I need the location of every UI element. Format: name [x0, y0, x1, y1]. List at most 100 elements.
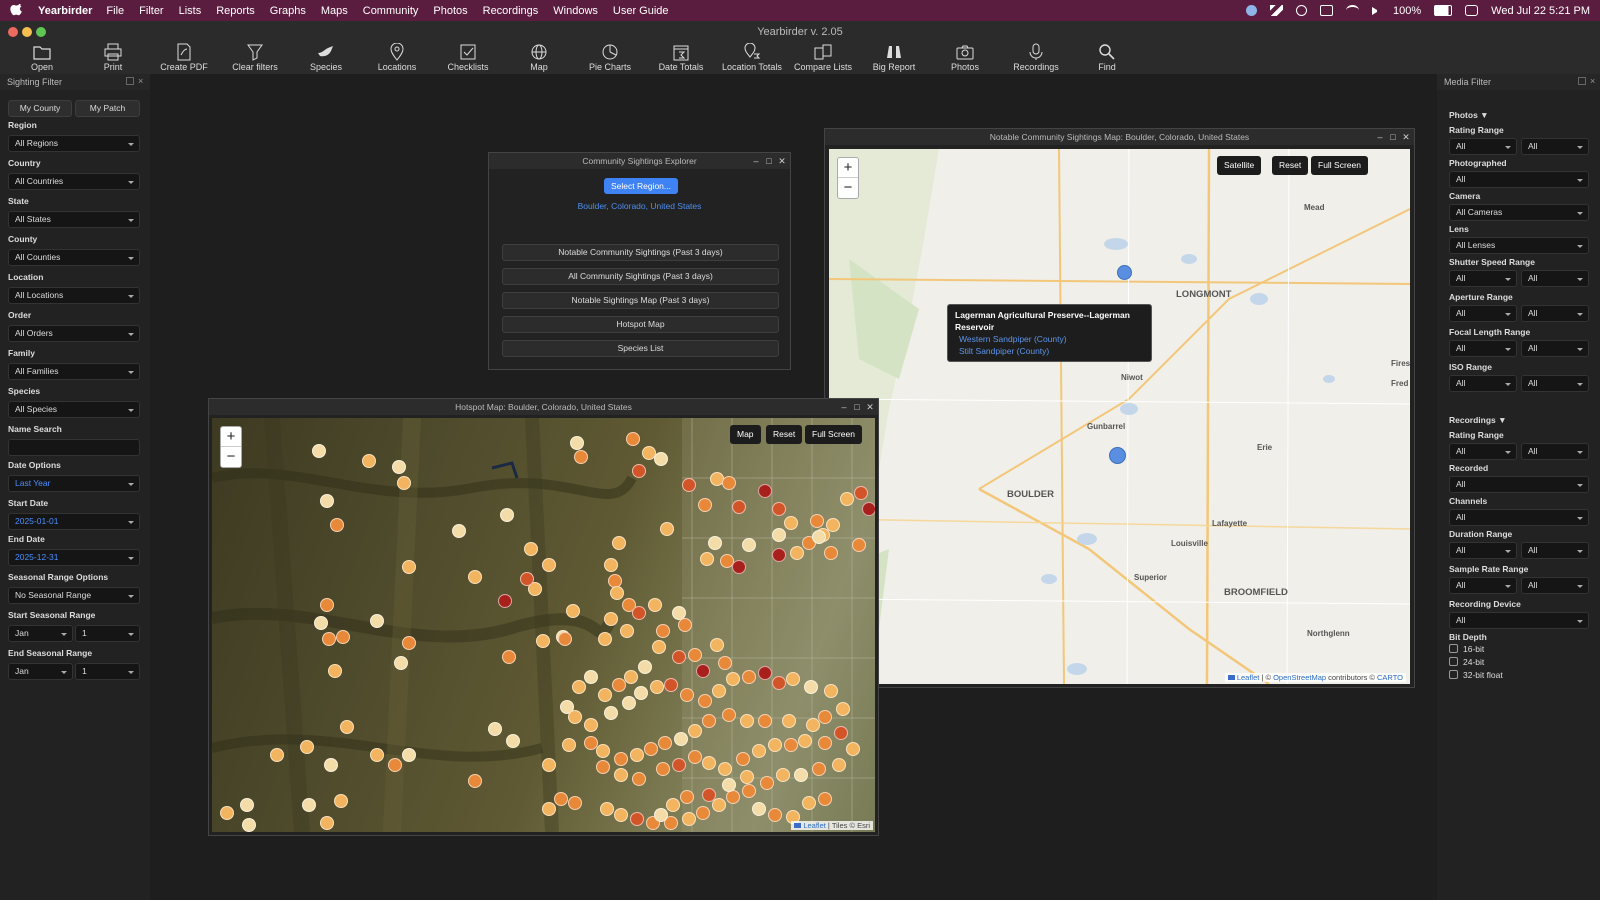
minimize-icon[interactable]: –	[1375, 132, 1385, 142]
country-select[interactable]: All Countries	[8, 173, 140, 190]
hotspot-marker[interactable]	[682, 812, 696, 826]
hotspot-marker[interactable]	[520, 572, 534, 586]
hotspot-marker[interactable]	[758, 666, 772, 680]
hotspot-marker[interactable]	[818, 792, 832, 806]
hotspot-marker[interactable]	[240, 798, 254, 812]
hotspot-marker[interactable]	[712, 798, 726, 812]
globe-status-icon[interactable]	[1246, 5, 1257, 16]
hotspot-marker[interactable]	[680, 688, 694, 702]
hotspot-marker[interactable]	[324, 758, 338, 772]
hotspot-marker[interactable]	[506, 734, 520, 748]
hotspot-marker[interactable]	[840, 492, 854, 506]
hotspot-marker[interactable]	[630, 812, 644, 826]
pie-charts-button[interactable]: Pie Charts	[578, 43, 642, 72]
hotspot-marker[interactable]	[776, 768, 790, 782]
hotspot-marker[interactable]	[500, 508, 514, 522]
photo-rating-min-select[interactable]: All	[1449, 138, 1517, 155]
hotspot-marker[interactable]	[632, 772, 646, 786]
location-totals-button[interactable]: Location Totals	[720, 43, 784, 72]
hotspot-marker[interactable]	[834, 726, 848, 740]
hotspot-marker[interactable]	[610, 586, 624, 600]
hotspot-marker[interactable]	[798, 734, 812, 748]
hotspot-marker[interactable]	[678, 618, 692, 632]
hotspot-marker[interactable]	[320, 816, 334, 830]
recordings-section-toggle[interactable]: Recordings ▼	[1449, 415, 1507, 425]
hotspot-marker[interactable]	[782, 714, 796, 728]
hotspot-marker[interactable]	[536, 634, 550, 648]
end-seasonal-day-select[interactable]: 1	[75, 663, 140, 680]
hotspot-marker[interactable]	[740, 714, 754, 728]
hotspot-marker[interactable]	[652, 640, 666, 654]
hotspot-marker[interactable]	[524, 542, 538, 556]
hotspot-marker[interactable]	[708, 536, 722, 550]
hotspot-marker[interactable]	[638, 660, 652, 674]
hotspot-marker[interactable]	[718, 656, 732, 670]
leaflet-link[interactable]: Leaflet	[803, 821, 826, 830]
menu-windows[interactable]: Windows	[553, 5, 598, 17]
focal-max-select[interactable]: All	[1521, 340, 1589, 357]
hotspot-marker[interactable]	[752, 744, 766, 758]
hotspot-marker[interactable]	[598, 632, 612, 646]
notable-map-canvas[interactable]: + − Satellite Reset Full Screen Mead LON…	[829, 149, 1410, 684]
hotspot-marker[interactable]	[650, 680, 664, 694]
zoom-window-button[interactable]	[36, 27, 46, 37]
recording-rating-max-select[interactable]: All	[1521, 443, 1589, 460]
hotspot-marker[interactable]	[300, 740, 314, 754]
start-seasonal-day-select[interactable]: 1	[75, 625, 140, 642]
hotspot-marker[interactable]	[622, 696, 636, 710]
my-patch-button[interactable]: My Patch	[75, 100, 140, 117]
maximize-icon[interactable]: □	[764, 156, 774, 166]
hotspot-marker[interactable]	[832, 758, 846, 772]
hotspot-marker[interactable]	[806, 718, 820, 732]
close-icon[interactable]: ✕	[1401, 132, 1411, 142]
time-machine-icon[interactable]	[1296, 5, 1307, 16]
hotspot-marker[interactable]	[810, 514, 824, 528]
hotspot-marker[interactable]	[672, 650, 686, 664]
hotspot-marker[interactable]	[772, 528, 786, 542]
hotspot-marker[interactable]	[862, 502, 875, 516]
hotspot-marker[interactable]	[784, 738, 798, 752]
all-sightings-button[interactable]: All Community Sightings (Past 3 days)	[502, 268, 779, 285]
menu-photos[interactable]: Photos	[433, 5, 467, 17]
hotspot-marker[interactable]	[614, 808, 628, 822]
focal-min-select[interactable]: All	[1449, 340, 1517, 357]
hotspot-marker[interactable]	[722, 778, 736, 792]
hotspot-marker[interactable]	[397, 476, 411, 490]
photo-rating-max-select[interactable]: All	[1521, 138, 1589, 155]
location-select[interactable]: All Locations	[8, 287, 140, 304]
hotspot-marker[interactable]	[574, 450, 588, 464]
name-search-input[interactable]	[8, 439, 140, 456]
end-date-picker[interactable]: 2025-12-31	[8, 549, 140, 566]
popup-species-link[interactable]: Stilt Sandpiper (County)	[959, 345, 1144, 357]
hotspot-marker[interactable]	[542, 558, 556, 572]
duration-min-select[interactable]: All	[1449, 542, 1517, 559]
app-menu[interactable]: Yearbirder	[38, 5, 92, 17]
camera-select[interactable]: All Cameras	[1449, 204, 1589, 221]
bit24-checkbox[interactable]	[1449, 657, 1458, 666]
battery-icon[interactable]	[1434, 5, 1453, 16]
leaflet-link[interactable]: Leaflet	[1237, 673, 1260, 682]
hotspot-marker[interactable]	[688, 648, 702, 662]
hotspot-marker[interactable]	[836, 702, 850, 716]
hotspot-marker[interactable]	[732, 500, 746, 514]
wifi-icon[interactable]	[1346, 5, 1359, 16]
menu-reports[interactable]: Reports	[216, 5, 255, 17]
control-center-icon[interactable]	[1465, 5, 1479, 16]
hotspot-marker[interactable]	[656, 624, 670, 638]
hotspot-marker[interactable]	[370, 748, 384, 762]
hotspot-marker[interactable]	[654, 808, 668, 822]
hotspot-marker[interactable]	[786, 672, 800, 686]
hotspot-marker[interactable]	[688, 750, 702, 764]
hotspot-marker[interactable]	[320, 494, 334, 508]
hotspot-marker[interactable]	[584, 736, 598, 750]
hotspot-marker[interactable]	[362, 454, 376, 468]
checklists-button[interactable]: Checklists	[436, 43, 500, 72]
hotspot-marker[interactable]	[742, 784, 756, 798]
photographed-select[interactable]: All	[1449, 171, 1589, 188]
hotspot-marker[interactable]	[702, 714, 716, 728]
apple-icon[interactable]	[10, 3, 24, 18]
hotspot-marker[interactable]	[624, 670, 638, 684]
recordings-button[interactable]: Recordings	[1004, 43, 1068, 72]
date-totals-button[interactable]: Date Totals	[649, 43, 713, 72]
clock[interactable]: Wed Jul 22 5:21 PM	[1491, 5, 1590, 17]
